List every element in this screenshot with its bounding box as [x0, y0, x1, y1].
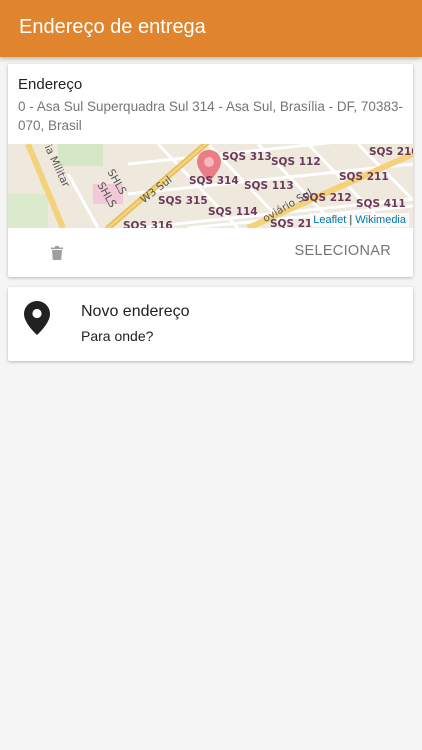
- address-label: Endereço: [18, 76, 83, 93]
- map-label: SQS 114: [208, 206, 258, 218]
- map-attribution: Leaflet | Wikimedia: [310, 213, 409, 227]
- new-address-card[interactable]: Novo endereço Para onde?: [8, 287, 413, 361]
- card-actions: SELECIONAR: [8, 228, 413, 277]
- attribution-separator: |: [346, 214, 356, 226]
- map-label: SQS 315: [158, 195, 208, 207]
- leaflet-link[interactable]: Leaflet: [313, 214, 346, 226]
- map-label: SQS 112: [271, 156, 321, 168]
- map-label: SQS 113: [244, 180, 294, 192]
- map-label: SQS 316: [123, 220, 173, 228]
- trash-icon[interactable]: [51, 246, 63, 260]
- address-map[interactable]: SQS 313 SQS 112 SQS 210 SQS 314 SQS 113 …: [8, 144, 413, 228]
- new-address-title: Novo endereço: [81, 303, 190, 320]
- page-title: Endereço de entrega: [19, 16, 206, 38]
- map-label: SQS 314: [189, 175, 239, 187]
- map-label: SQS 411: [356, 198, 406, 210]
- map-label: SQS 211: [339, 171, 389, 183]
- select-button[interactable]: SELECIONAR: [295, 243, 391, 259]
- wikimedia-link[interactable]: Wikimedia: [355, 214, 406, 226]
- new-address-subtitle: Para onde?: [81, 328, 154, 344]
- map-label: SQS 210: [369, 146, 413, 158]
- saved-address-card: Endereço 0 - Asa Sul Superquadra Sul 314…: [8, 64, 413, 277]
- address-text: 0 - Asa Sul Superquadra Sul 314 - Asa Su…: [18, 99, 403, 133]
- map-label: SQS 313: [222, 151, 272, 163]
- location-pin-icon: [24, 301, 50, 335]
- app-bar: Endereço de entrega: [0, 0, 422, 57]
- map-label: SQS 21: [270, 218, 313, 228]
